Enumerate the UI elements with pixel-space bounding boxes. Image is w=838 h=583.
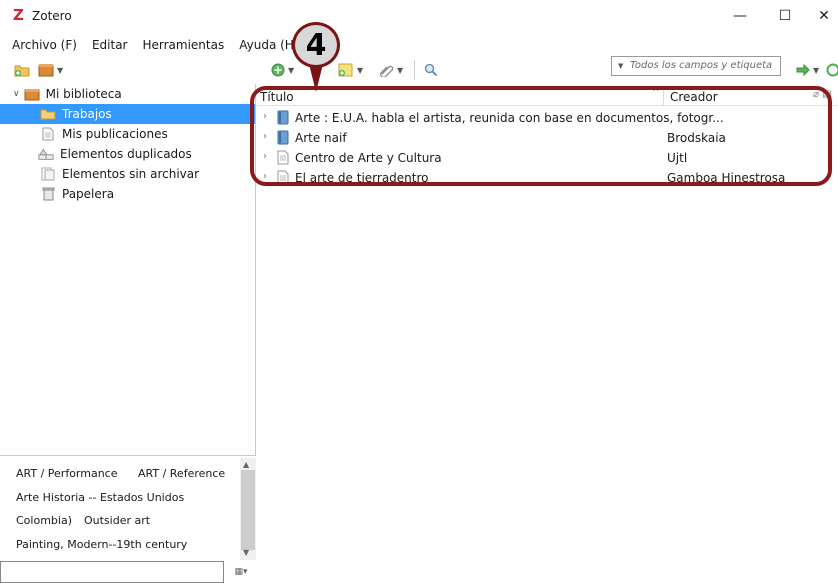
collection-trabajos[interactable]: Trabajos — [0, 104, 255, 124]
add-attachment-button[interactable]: ▼ — [378, 61, 403, 79]
new-note-button[interactable]: ▼ — [338, 61, 363, 79]
folder-icon — [40, 107, 56, 121]
minimize-button[interactable]: — — [720, 4, 760, 28]
menu-archivo[interactable]: Archivo (F) — [0, 36, 81, 54]
duplicates-icon — [38, 147, 54, 161]
trash-icon — [40, 187, 56, 201]
tag-art-reference[interactable]: ART / Reference — [138, 467, 225, 480]
library-label: Mi biblioteca — [45, 87, 122, 101]
close-button[interactable]: ✕ — [808, 4, 838, 28]
chevron-down-icon: ▼ — [813, 65, 820, 75]
tag-scrollbar-thumb[interactable] — [241, 470, 255, 550]
arrow-right-icon — [796, 64, 810, 76]
new-library-button[interactable]: ▼ — [38, 61, 63, 79]
chevron-down-icon: ▼ — [57, 65, 64, 75]
highlight-annotation — [250, 86, 832, 186]
collection-mis-publicaciones[interactable]: Mis publicaciones — [0, 124, 255, 144]
grid-menu-icon: ▦▾ — [234, 567, 248, 577]
annotation-pointer — [309, 64, 323, 92]
maximize-button[interactable]: ☐ — [765, 4, 805, 28]
tag-painting-modern[interactable]: Painting, Modern--19th century — [16, 538, 187, 551]
unfiled-icon — [40, 167, 56, 181]
zotero-logo-icon: Z — [13, 6, 24, 24]
library-root[interactable]: ∨ Mi biblioteca — [0, 84, 255, 104]
tag-outsider-art[interactable]: Outsider art — [84, 514, 150, 527]
menu-editar[interactable]: Editar — [81, 36, 132, 54]
tag-art-performance[interactable]: ART / Performance — [16, 467, 118, 480]
chevron-down-icon: ▼ — [288, 65, 295, 75]
new-library-icon — [38, 64, 54, 77]
collection-label: Papelera — [62, 187, 115, 201]
tag-actions-button[interactable]: ▦▾ — [228, 563, 254, 581]
collection-label: Elementos duplicados — [60, 147, 192, 161]
new-item-button[interactable]: ▼ — [271, 61, 294, 79]
window-title: Zotero — [32, 9, 72, 23]
paperclip-icon — [380, 65, 394, 77]
step-badge: 4 — [292, 22, 340, 68]
library-icon — [24, 87, 40, 101]
locate-button[interactable]: ▼ — [796, 61, 819, 79]
scroll-down-icon[interactable]: ▼ — [243, 548, 249, 557]
search-input[interactable]: ▼ Todos los campos y etiqueta — [611, 56, 781, 76]
collection-label: Trabajos — [62, 107, 112, 121]
scroll-up-icon[interactable]: ▲ — [243, 460, 249, 469]
tag-filter-input[interactable] — [0, 561, 224, 583]
new-collection-button[interactable] — [14, 61, 30, 79]
search-placeholder: Todos los campos y etiqueta — [630, 60, 773, 71]
sync-button[interactable] — [826, 61, 838, 79]
menu-bar: Archivo (F) Editar Herramientas Ayuda (H… — [0, 36, 838, 54]
publications-icon — [40, 127, 56, 141]
collection-label: Elementos sin archivar — [62, 167, 200, 181]
tag-arte-historia[interactable]: Arte Historia -- Estados Unidos — [16, 491, 184, 504]
menu-herramientas[interactable]: Herramientas — [131, 36, 228, 54]
toolbar-separator — [414, 60, 415, 80]
search-mode-dropdown-icon[interactable]: ▼ — [618, 62, 623, 70]
sync-icon — [826, 63, 838, 77]
chevron-down-icon: ▼ — [357, 65, 364, 75]
chevron-down-icon[interactable]: ∨ — [13, 89, 20, 99]
advanced-search-button[interactable] — [424, 61, 438, 79]
collection-elementos-duplicados[interactable]: Elementos duplicados — [0, 144, 255, 164]
collection-papelera[interactable]: Papelera — [0, 184, 255, 204]
collection-elementos-sin-archivar[interactable]: Elementos sin archivar — [0, 164, 255, 184]
collection-label: Mis publicaciones — [62, 127, 168, 141]
magnifier-icon — [424, 63, 438, 77]
tag-colombia[interactable]: Colombia) — [16, 514, 72, 527]
new-note-icon — [338, 63, 353, 77]
new-collection-icon — [14, 65, 30, 77]
chevron-down-icon: ▼ — [397, 65, 404, 75]
title-bar: Z Zotero — ☐ ✕ — [0, 0, 838, 32]
new-item-icon — [271, 63, 285, 77]
